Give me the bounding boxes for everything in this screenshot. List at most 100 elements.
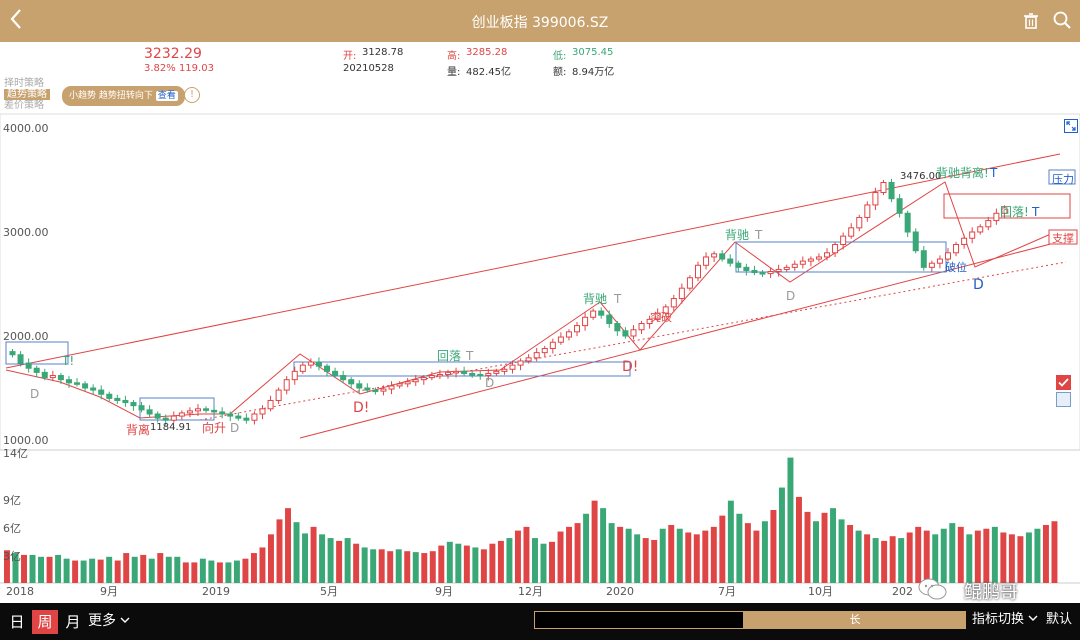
chart-annotation: D: [230, 421, 239, 435]
chart-annotation: 背驰: [725, 228, 749, 242]
time-tick-label: 202: [892, 585, 913, 598]
time-tick-label: 7月: [718, 585, 736, 598]
candle-body: [533, 352, 540, 359]
candle-body: [509, 364, 516, 370]
candle-body: [162, 417, 169, 421]
candle-body: [186, 410, 193, 414]
volume-bar: [285, 508, 291, 583]
candle-body: [420, 377, 427, 381]
indicator-switch-button[interactable]: 指标切换: [972, 612, 1038, 628]
chart-grid: [0, 113, 1080, 584]
candle-body: [622, 330, 629, 337]
period-week[interactable]: 周: [32, 610, 58, 634]
volume-bar: [80, 560, 87, 583]
candle-body: [703, 256, 710, 266]
volume-bar: [591, 500, 598, 583]
candle-body: [324, 365, 331, 372]
candle-body: [807, 258, 814, 262]
volume-bar: [250, 553, 257, 583]
volume-bar: [174, 556, 181, 583]
volume-bar: [1042, 524, 1049, 583]
candle-body: [259, 408, 266, 415]
volume-bar: [268, 534, 274, 583]
volume-bar: [532, 538, 538, 583]
candle-body: [194, 408, 201, 412]
default-button[interactable]: 默认: [1046, 612, 1072, 628]
volume-bar: [881, 540, 888, 583]
chart-annotation: D: [485, 376, 494, 390]
candle-body: [606, 314, 613, 325]
volume-bar: [131, 556, 138, 583]
volume-bar: [63, 558, 70, 583]
volume-axis: 14亿 9亿 6亿 3亿: [3, 447, 28, 563]
trend-channel: [5, 153, 1067, 439]
search-icon[interactable]: [1052, 10, 1072, 30]
indicator-switch-label: 指标切换: [972, 612, 1025, 627]
volume-bar: [676, 528, 683, 583]
volume-bar: [438, 545, 445, 583]
volume-bar: [566, 526, 573, 583]
candle-body: [315, 361, 322, 367]
candle-body: [928, 262, 935, 268]
consolidation-boxes: [5, 169, 1078, 421]
volume-bar: [302, 533, 309, 583]
range-slider-thumb[interactable]: 长: [744, 611, 966, 629]
volume-bar: [455, 543, 462, 583]
volume-bar: [991, 526, 998, 583]
volume-bar: [344, 538, 351, 583]
volume-bar: [736, 513, 743, 583]
volume-bar: [46, 556, 53, 583]
volume-bar: [813, 521, 819, 583]
toggle-checkbox-off[interactable]: [1056, 392, 1071, 407]
candle-body: [574, 325, 581, 333]
more-label: 更多: [88, 613, 116, 629]
watermark-text: 鲲鹏哥: [964, 582, 1018, 603]
expand-icon[interactable]: [1064, 118, 1078, 133]
period-day[interactable]: 日: [6, 610, 28, 634]
candle-body: [557, 336, 564, 343]
volume-bar: [395, 549, 402, 583]
volume-bar: [497, 540, 504, 583]
volume-bar: [855, 530, 862, 583]
volume-bar: [719, 515, 726, 583]
consolidation-box: [139, 397, 215, 421]
volume-tick-label: 14亿: [3, 447, 28, 460]
candle-body: [638, 323, 645, 331]
candle-body: [332, 370, 339, 377]
volume-bar: [778, 487, 785, 583]
more-button[interactable]: 更多: [88, 613, 130, 629]
candle-body: [388, 385, 395, 390]
chart-annotation: 回落: [437, 349, 461, 363]
candle-body: [146, 409, 153, 415]
trash-icon[interactable]: [1022, 12, 1040, 30]
candle-body: [340, 375, 347, 381]
period-month[interactable]: 月: [62, 610, 84, 634]
candle-body: [138, 405, 145, 411]
chart-annotation: T!: [61, 354, 74, 368]
candle-body: [856, 216, 863, 229]
volume-bar: [838, 519, 845, 583]
volume-bar: [574, 523, 581, 583]
candle-body: [686, 277, 693, 289]
volume-bar: [915, 526, 922, 583]
volume-bar: [540, 543, 547, 583]
volume-bar: [165, 556, 172, 583]
time-tick-label: 2018: [6, 585, 34, 598]
candle-body: [122, 399, 129, 404]
candle-body: [9, 351, 16, 356]
range-slider-track[interactable]: [534, 611, 744, 629]
chart-annotation: T: [613, 292, 622, 306]
candle-body: [299, 364, 306, 372]
candle-body: [525, 357, 532, 362]
candle-body: [670, 298, 677, 308]
volume-bar: [949, 523, 956, 583]
toggle-checkbox-on[interactable]: [1056, 375, 1071, 390]
volume-bar: [506, 538, 513, 583]
volume-bar: [898, 538, 905, 583]
candle-body: [711, 253, 718, 258]
candle-body: [517, 360, 524, 366]
volume-bar: [148, 558, 155, 583]
candle-body: [283, 379, 290, 391]
volume-bar: [29, 554, 36, 583]
volume-bar: [429, 551, 436, 583]
